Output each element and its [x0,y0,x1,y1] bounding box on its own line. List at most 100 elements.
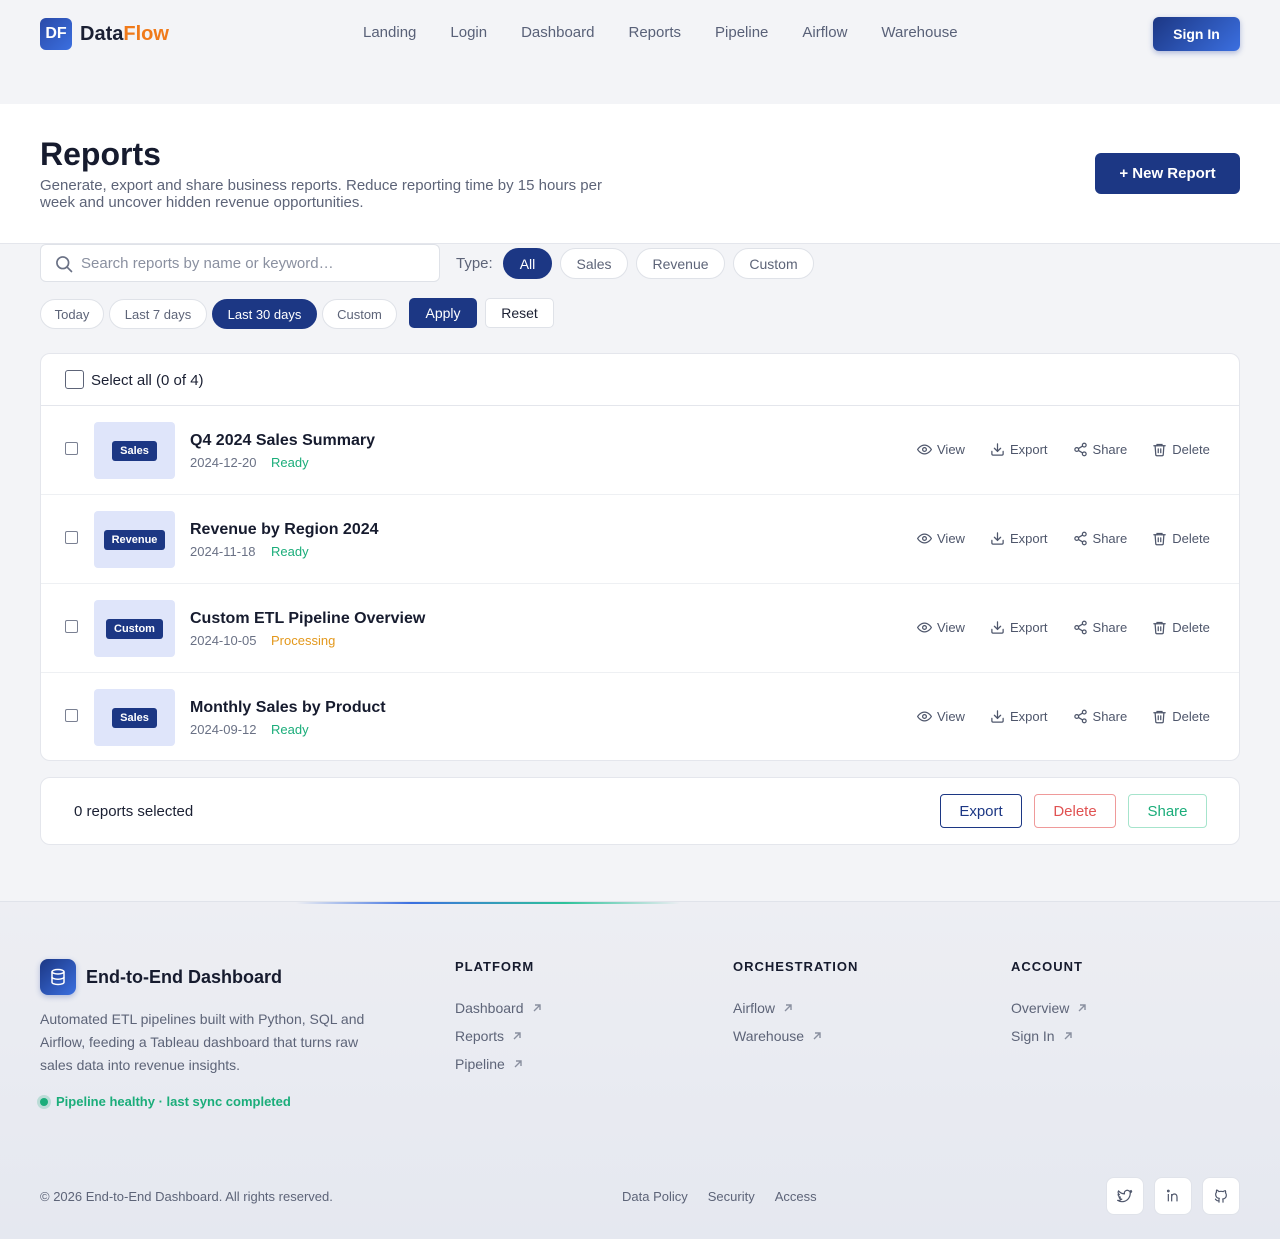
search-input[interactable] [81,245,431,281]
row-checkbox[interactable] [65,709,78,722]
footer-link-warehouse[interactable]: Warehouse [733,1022,858,1050]
report-title[interactable]: Monthly Sales by Product [190,699,386,717]
footer-col-orchestration: ORCHESTRATION Airflow Warehouse [733,959,858,1050]
select-all-label[interactable]: Select all (0 of 4) [91,372,204,389]
type-filter-sales[interactable]: Sales [560,248,628,279]
nav-link-pipeline[interactable]: Pipeline [698,24,785,41]
row-actions: View Export Share Delete [917,620,1235,635]
nav-link-dashboard[interactable]: Dashboard [504,24,611,41]
download-icon [991,532,1004,545]
sign-in-button[interactable]: Sign In [1153,17,1240,51]
trash-icon [1153,443,1166,457]
brand-name-main: Data [80,22,124,45]
arrow-up-right-icon [513,1032,521,1040]
twitter-icon[interactable] [1106,1177,1144,1215]
row-view-label: View [937,709,965,724]
range-custom[interactable]: Custom [322,299,397,329]
row-share-button[interactable]: Share [1073,620,1127,635]
row-view-button[interactable]: View [917,531,965,546]
nav-link-airflow[interactable]: Airflow [785,24,864,41]
share-icon [1073,709,1087,724]
row-view-label: View [937,620,965,635]
type-filter-custom[interactable]: Custom [733,248,814,279]
row-checkbox[interactable] [65,531,78,544]
share-icon [1073,442,1087,457]
row-view-button[interactable]: View [917,709,965,724]
row-export-button[interactable]: Export [990,442,1048,457]
brand-name-accent: Flow [123,22,169,45]
footer-col-platform: PLATFORM Dashboard Reports Pipeline [455,959,542,1078]
report-row: Sales Monthly Sales by Product 2024-09-12 R… [41,673,1239,760]
row-delete-button[interactable]: Delete [1152,709,1210,724]
row-view-button[interactable]: View [917,620,965,635]
report-row: Sales Q4 2024 Sales Summary 2024-12-20 Read… [41,406,1239,495]
footer-link-airflow[interactable]: Airflow [733,994,858,1022]
legal-links: Data Policy Security Access [622,1189,837,1204]
bulk-export-button[interactable]: Export [940,794,1022,828]
nav-link-reports[interactable]: Reports [611,24,698,41]
footer-link-pipeline[interactable]: Pipeline [455,1050,542,1078]
row-delete-button[interactable]: Delete [1152,531,1210,546]
row-share-button[interactable]: Share [1073,531,1127,546]
footer-link-sign-in[interactable]: Sign In [1011,1022,1087,1050]
brand-name: DataFlow [80,23,169,46]
report-title[interactable]: Revenue by Region 2024 [190,521,379,539]
row-delete-button[interactable]: Delete [1152,442,1210,457]
report-date: 2024-11-18 [190,544,256,559]
bulk-share-button[interactable]: Share [1128,794,1207,828]
row-checkbox[interactable] [65,442,78,455]
report-title[interactable]: Custom ETL Pipeline Overview [190,610,425,628]
database-icon [40,959,76,995]
row-delete-button[interactable]: Delete [1152,620,1210,635]
report-list: Select all (0 of 4) Sales Q4 2024 Sales S… [40,353,1240,761]
legal-link-security[interactable]: Security [708,1189,755,1204]
page-title: Reports [40,136,161,172]
report-status: Ready [271,455,309,470]
footer-link-overview[interactable]: Overview [1011,994,1087,1022]
row-export-button[interactable]: Export [990,531,1048,546]
type-filter-revenue[interactable]: Revenue [636,248,725,279]
nav-link-landing[interactable]: Landing [346,24,433,41]
row-delete-label: Delete [1172,709,1210,724]
apply-filters-button[interactable]: Apply [409,298,477,328]
type-filter-all[interactable]: All [503,248,552,279]
legal-link-access[interactable]: Access [775,1189,817,1204]
row-export-button[interactable]: Export [990,620,1048,635]
row-view-button[interactable]: View [917,442,965,457]
footer-link-reports[interactable]: Reports [455,1022,542,1050]
row-export-button[interactable]: Export [990,709,1048,724]
report-date: 2024-12-20 [190,455,257,470]
range-today[interactable]: Today [40,299,104,329]
range-last-30-days[interactable]: Last 30 days [212,299,317,329]
download-icon [991,443,1004,456]
share-icon [1073,531,1087,546]
brand[interactable]: DF DataFlow [40,18,169,50]
row-export-label: Export [1009,620,1048,635]
bulk-delete-button[interactable]: Delete [1034,794,1116,828]
footer-link-dashboard[interactable]: Dashboard [455,994,542,1022]
footer-heading: ORCHESTRATION [733,959,859,974]
linkedin-icon[interactable] [1154,1177,1192,1215]
status-dot-icon [40,1097,48,1106]
nav-link-login[interactable]: Login [433,24,504,41]
report-type-badge: Sales [112,707,157,728]
row-export-label: Export [1009,531,1048,546]
new-report-button[interactable]: + New Report [1095,153,1240,194]
legal-link-data-policy[interactable]: Data Policy [622,1189,688,1204]
reset-filters-button[interactable]: Reset [485,298,554,328]
report-status: Ready [271,544,309,559]
nav-link-warehouse[interactable]: Warehouse [864,24,974,41]
report-date: 2024-09-12 [190,722,257,737]
row-view-label: View [937,531,965,546]
report-status: Processing [271,633,336,648]
range-last-7-days[interactable]: Last 7 days [109,299,207,329]
row-checkbox[interactable] [65,620,78,633]
row-share-button[interactable]: Share [1073,442,1127,457]
footer-col-account: ACCOUNT Overview Sign In [1011,959,1087,1050]
github-icon[interactable] [1202,1177,1240,1215]
select-all-checkbox[interactable] [65,370,84,389]
report-title[interactable]: Q4 2024 Sales Summary [190,432,375,450]
row-share-button[interactable]: Share [1073,709,1127,724]
footer-heading: ACCOUNT [1011,959,1083,974]
page-subtitle: Generate, export and share business repo… [40,177,602,211]
